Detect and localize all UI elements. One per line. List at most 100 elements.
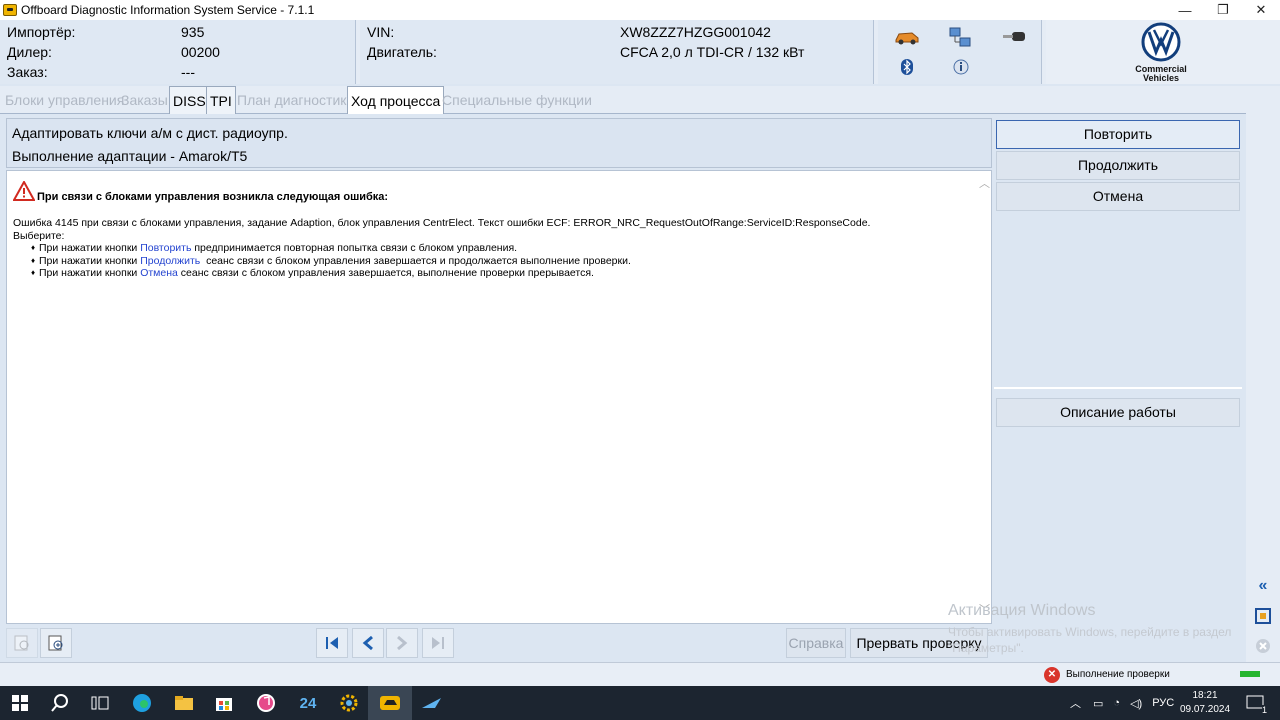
key-icon[interactable] xyxy=(1002,28,1028,46)
tab-control-units[interactable]: Блоки управления xyxy=(2,86,127,114)
warning-icon xyxy=(13,181,35,201)
windows-taskbar: 24 ︿ ▭ ◔ ◁) РУС 18:21 09.07.2024 1 xyxy=(0,686,1280,720)
error-text: Ошибка 4145 при связи с блоками управлен… xyxy=(13,217,871,229)
job-description-button[interactable]: Описание работы xyxy=(996,398,1240,427)
bluetooth-icon[interactable] xyxy=(900,58,914,76)
vin-label: VIN: xyxy=(367,24,395,40)
task-view-icon[interactable] xyxy=(88,691,112,715)
network-icon[interactable] xyxy=(948,26,974,50)
tray-expand-icon[interactable]: ︿ xyxy=(1070,695,1081,711)
activation-watermark-title: Активация Windows xyxy=(948,602,1096,619)
minimize-button[interactable]: — xyxy=(1166,0,1204,20)
battery-icon[interactable]: ▭ xyxy=(1093,697,1103,710)
continue-button[interactable]: Продолжить xyxy=(996,151,1240,180)
arrow-right-icon xyxy=(397,635,408,651)
volume-icon[interactable]: ◁) xyxy=(1130,697,1142,710)
tab-special-functions[interactable]: Специальные функции xyxy=(439,86,595,114)
help-button[interactable]: Справка xyxy=(786,628,846,658)
connection-icons-box xyxy=(878,20,1042,84)
tab-process[interactable]: Ход процесса xyxy=(347,86,445,114)
car-icon[interactable] xyxy=(894,28,920,46)
main-tabs: Блоки управления Заказы DISS TPI План ди… xyxy=(0,86,1246,114)
store-icon[interactable] xyxy=(212,691,236,715)
logo-caption-line-2: Vehicles xyxy=(1142,73,1180,83)
vw-logo xyxy=(1141,22,1181,62)
last-page-button[interactable] xyxy=(422,628,454,658)
logo-caption: Commercial Vehicles xyxy=(1120,65,1202,83)
bullet-text: При нажатии кнопки xyxy=(39,242,141,254)
tab-diagnostic-plan[interactable]: План диагностики xyxy=(234,86,357,114)
itunes-icon[interactable] xyxy=(254,691,278,715)
vin-value: XW8ZZZ7HZGG001042 xyxy=(620,24,771,40)
list-item: При нажатии кнопки Отмена сеанс связи с … xyxy=(13,267,870,280)
first-page-button[interactable] xyxy=(316,628,348,658)
error-message: Ошибка 4145 при связи с блоками управлен… xyxy=(13,217,870,280)
retry-link[interactable]: Повторить xyxy=(140,242,191,254)
arrow-left-icon xyxy=(362,635,373,651)
dealer-info-box: Импортёр: 935 Дилер: 00200 Заказ: --- xyxy=(0,20,356,84)
activation-watermark-text: Чтобы активировать Windows, перейдите в … xyxy=(948,625,1232,655)
close-button[interactable]: ✕ xyxy=(1242,0,1280,20)
maximize-button[interactable]: ❐ xyxy=(1204,0,1242,20)
tab-orders[interactable]: Заказы xyxy=(118,86,171,114)
odis-app-icon xyxy=(3,4,17,16)
collapse-left-icon[interactable]: « xyxy=(1251,574,1275,598)
vehicle-info-box: VIN: XW8ZZZ7HZGG001042 Двигатель: CFCA 2… xyxy=(360,20,874,84)
file-explorer-icon[interactable] xyxy=(172,691,196,715)
clock-date: 09.07.2024 xyxy=(1179,704,1231,715)
order-value: --- xyxy=(181,64,195,80)
cancel-link[interactable]: Отмена xyxy=(140,267,178,279)
bullet-text: сеанс связи с блоком управления завершае… xyxy=(200,254,631,267)
next-button[interactable] xyxy=(386,628,418,658)
zoom-in-button[interactable] xyxy=(40,628,72,658)
bottom-toolbar: Справка Прервать проверку xyxy=(6,624,992,660)
previous-button[interactable] xyxy=(352,628,384,658)
wifi-icon[interactable]: ◔ xyxy=(1113,697,1120,709)
zoom-in-icon xyxy=(48,635,63,651)
search-icon[interactable] xyxy=(48,691,72,715)
notification-count: 1 xyxy=(1261,705,1267,715)
status-bar: ✕ Выполнение проверки xyxy=(0,662,1280,686)
vehicle-header: Импортёр: 935 Дилер: 00200 Заказ: --- VI… xyxy=(0,20,1280,84)
app-24-icon[interactable]: 24 xyxy=(296,691,320,715)
zoom-out-button[interactable] xyxy=(6,628,38,658)
message-area: При связи с блоками управления возникла … xyxy=(6,170,992,624)
windows-start-icon[interactable] xyxy=(8,691,32,715)
clock-time: 18:21 xyxy=(1192,690,1218,701)
system-tray: ︿ ▭ ◔ ◁) РУС xyxy=(1070,686,1174,720)
odis-taskbar-icon[interactable] xyxy=(378,691,402,715)
skip-first-icon xyxy=(326,637,338,649)
tab-tpi[interactable]: TPI xyxy=(206,86,236,114)
close-circle-icon[interactable] xyxy=(1251,634,1275,658)
zoom-out-icon xyxy=(14,635,29,651)
retry-button[interactable]: Повторить xyxy=(996,120,1240,149)
progress-indicator xyxy=(1240,671,1260,677)
notification-icon[interactable]: 1 xyxy=(1243,691,1267,715)
tab-diss[interactable]: DISS xyxy=(169,86,210,114)
engine-label: Двигатель: xyxy=(367,44,437,60)
continue-link[interactable]: Продолжить xyxy=(140,255,200,267)
status-text: Выполнение проверки xyxy=(1066,669,1170,680)
app-wing-icon[interactable] xyxy=(420,691,444,715)
choose-text: Выберите: xyxy=(13,229,65,242)
title-bar: Offboard Diagnostic Information System S… xyxy=(0,0,1280,20)
info-icon[interactable] xyxy=(952,58,970,76)
importer-label: Импортёр: xyxy=(7,24,76,40)
bullet-text: сеанс связи с блоком управления завершае… xyxy=(177,267,594,279)
order-label: Заказ: xyxy=(7,64,48,80)
task-title: Адаптировать ключи а/м с дист. радиоупр. xyxy=(12,125,288,141)
bullet-text: При нажатии кнопки xyxy=(39,254,141,267)
list-item: При нажатии кнопки Продолжить сеанс связ… xyxy=(13,255,870,268)
window-title: Offboard Diagnostic Information System S… xyxy=(21,3,315,17)
panel-divider xyxy=(994,387,1242,389)
language-indicator[interactable]: РУС xyxy=(1152,697,1174,709)
edge-browser-icon[interactable] xyxy=(130,691,154,715)
scroll-up-arrow-icon[interactable]: ︿ xyxy=(979,175,990,191)
skip-last-icon xyxy=(432,637,444,649)
bullet-text: предпринимается повторная попытка связи … xyxy=(191,242,518,254)
task-subtitle: Выполнение адаптации - Amarok/T5 xyxy=(12,148,248,164)
cancel-button[interactable]: Отмена xyxy=(996,182,1240,211)
clock[interactable]: 18:21 09.07.2024 xyxy=(1176,689,1234,717)
settings-gear-icon[interactable] xyxy=(337,691,361,715)
frame-icon[interactable] xyxy=(1251,604,1275,628)
